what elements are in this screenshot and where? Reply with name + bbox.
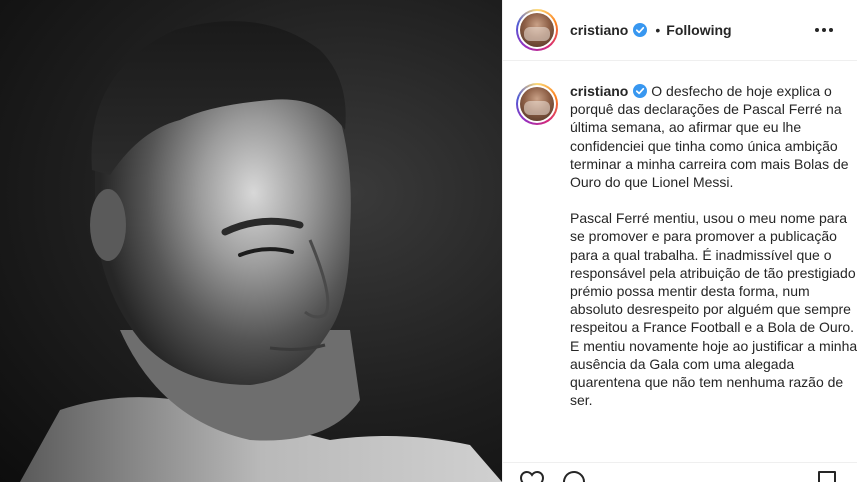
- post-photo[interactable]: [0, 0, 502, 482]
- bookmark-icon[interactable]: [815, 470, 839, 482]
- separator-dot: •: [655, 22, 661, 38]
- caption-text: cristiano O desfecho de hoje explica o p…: [570, 82, 857, 452]
- portrait-image: [20, 21, 502, 482]
- caption-area: cristiano O desfecho de hoje explica o p…: [503, 72, 857, 452]
- verified-badge-icon: [633, 23, 648, 37]
- caption-username[interactable]: cristiano: [570, 83, 628, 99]
- verified-badge-icon: [633, 84, 648, 98]
- post-header: cristiano • Following: [503, 0, 857, 61]
- action-bar: [503, 462, 857, 482]
- more-options-icon[interactable]: [814, 22, 834, 38]
- post-username[interactable]: cristiano: [570, 22, 628, 38]
- caption-paragraph-1: O desfecho de hoje explica o porquê das …: [570, 83, 849, 191]
- avatar-image: [520, 87, 554, 121]
- avatar[interactable]: [516, 9, 558, 51]
- caption-paragraph: cristiano O desfecho de hoje explica o p…: [570, 82, 857, 191]
- following-button[interactable]: Following: [666, 22, 731, 38]
- heart-icon[interactable]: [519, 470, 545, 482]
- comment-icon[interactable]: [561, 470, 587, 482]
- avatar-image: [520, 13, 554, 47]
- caption-paragraph-2: Pascal Ferré mentiu, usou o meu nome par…: [570, 210, 857, 409]
- caption-avatar[interactable]: [516, 83, 558, 125]
- post-side-panel: cristiano • Following cristiano O desfec…: [502, 0, 857, 482]
